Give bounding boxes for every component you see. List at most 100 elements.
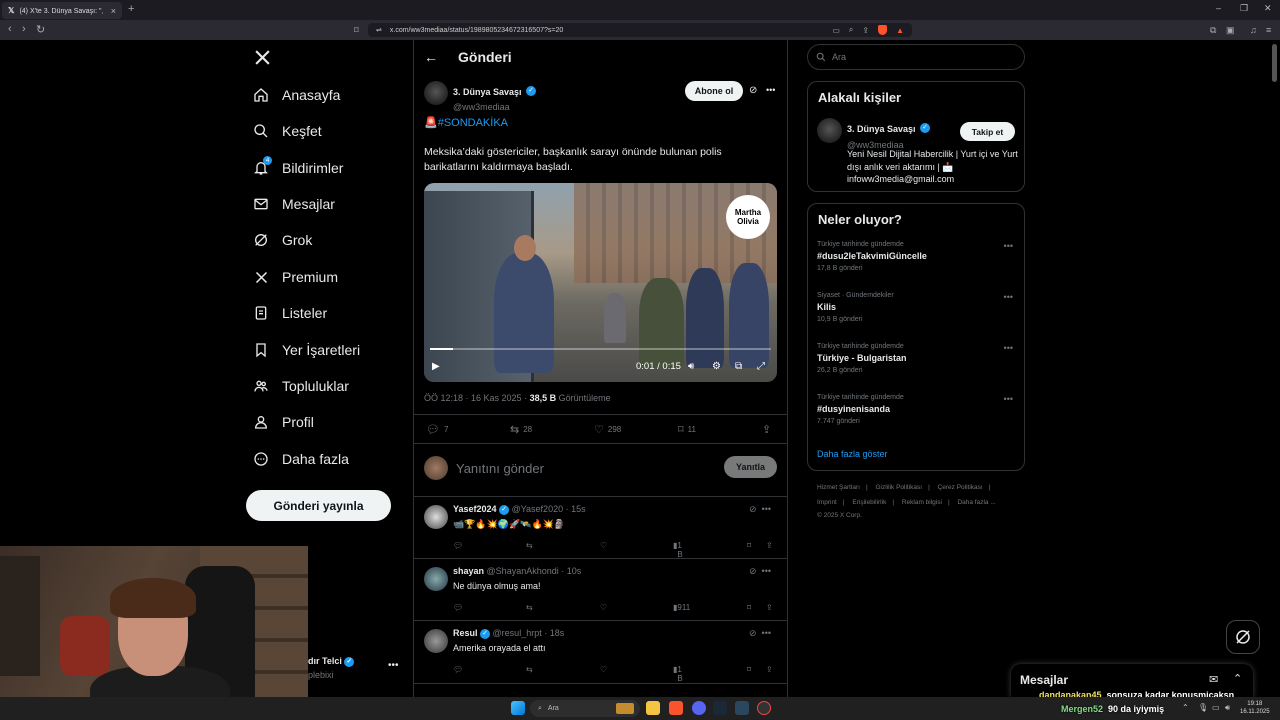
taskbar-search[interactable]: ⌕ Ara	[530, 700, 640, 717]
reply-action[interactable]: 💬︎ 7	[426, 423, 448, 436]
back-nav-icon[interactable]: ‹	[8, 23, 12, 35]
sidebar-item-lists[interactable]: Listeler	[252, 298, 327, 328]
sidebar-item-home[interactable]: Anasayfa	[252, 80, 340, 110]
footer-link[interactable]: Reklam bilgisi	[902, 499, 942, 506]
share-icon[interactable]: ⇪	[862, 26, 869, 35]
reply-author-name[interactable]: Resul	[453, 628, 478, 638]
reply-input[interactable]: Yanıtını gönder	[456, 461, 544, 476]
reply-author-name[interactable]: Yasef2024	[453, 504, 497, 514]
like-action[interactable]: ♡ 298	[594, 423, 621, 436]
grok-floating-button[interactable]	[1226, 620, 1260, 654]
trend-item[interactable]: Türkiye tarihinde gündemde Türkiye - Bul…	[817, 343, 1017, 374]
volume-icon[interactable]: 🔊︎	[688, 361, 694, 372]
speaker-icon[interactable]: 🔊︎	[1225, 703, 1230, 713]
settings-gear-icon[interactable]: ⚙	[712, 361, 721, 372]
reply-tweet[interactable]: Yasef2024 ✓ @Yasef2020 · 15s ⊘ ••• 📹🏆🔥💥🌍…	[413, 497, 788, 559]
post-button[interactable]: Gönderi yayınla	[246, 490, 391, 521]
footer-link[interactable]: Çerez Politikası	[938, 484, 983, 491]
bookmark-icon[interactable]: ⌑	[747, 603, 751, 612]
trend-more-icon[interactable]: •••	[1004, 343, 1013, 353]
video-progress-bar[interactable]	[430, 348, 771, 350]
retweet-icon[interactable]: ⇆	[526, 665, 533, 674]
reply-more-icon[interactable]: ⊘ •••	[749, 504, 771, 515]
taskbar-clock[interactable]: 19:18 16.11.2025	[1240, 700, 1270, 716]
close-window-icon[interactable]: ✕	[1264, 3, 1272, 14]
extensions-icon[interactable]: ⧉	[1210, 25, 1216, 36]
sidebar-item-explore[interactable]: Keşfet	[252, 116, 322, 146]
bookmark-icon[interactable]: ⌑	[747, 541, 751, 550]
search-input[interactable]: Ara	[807, 44, 1025, 70]
site-info-icon[interactable]: ⇌	[376, 26, 382, 34]
retweet-icon[interactable]: ⇆	[526, 541, 533, 550]
pip-icon[interactable]: ⧉	[735, 361, 742, 372]
tray-chevron-icon[interactable]: ⌃	[1182, 703, 1189, 712]
new-tab-icon[interactable]: +	[128, 3, 134, 15]
reply-icon[interactable]: 💬︎	[453, 541, 463, 550]
trend-more-icon[interactable]: •••	[1004, 394, 1013, 404]
bookmark-icon[interactable]: ⌑	[747, 665, 751, 674]
file-explorer-icon[interactable]	[646, 701, 660, 715]
sidebar-item-more[interactable]: Daha fazla	[252, 444, 349, 474]
heart-icon[interactable]: ♡	[600, 665, 607, 674]
trend-more-icon[interactable]: •••	[1004, 241, 1013, 251]
trend-more-icon[interactable]: •••	[1004, 292, 1013, 302]
sidebar-item-communities[interactable]: Topluluklar	[252, 371, 349, 401]
wallet-icon[interactable]: ▣	[1226, 25, 1235, 36]
reply-more-icon[interactable]: ⊘ •••	[749, 628, 771, 639]
new-message-icon[interactable]: ✉	[1209, 673, 1218, 686]
more-options-icon[interactable]: •••	[766, 85, 775, 95]
brave-browser-icon[interactable]	[669, 701, 683, 715]
network-icon[interactable]: ▭	[1212, 703, 1220, 712]
cast-icon[interactable]: ▭	[832, 26, 840, 35]
footer-link[interactable]: Imprint	[817, 499, 837, 506]
related-avatar[interactable]	[817, 118, 842, 143]
share-icon[interactable]: ⇪	[766, 541, 773, 550]
reply-author-name[interactable]: shayan	[453, 566, 484, 576]
heart-icon[interactable]: ♡	[600, 541, 607, 550]
author-block[interactable]: 3. Dünya Savaşı ✓ @ww3mediaa	[453, 82, 536, 112]
app-icon[interactable]	[735, 701, 749, 715]
reply-tweet[interactable]: shayan @ShayanAkhondi · 10s ⊘ ••• Ne dün…	[413, 559, 788, 621]
trend-item[interactable]: Türkiye tarihinde gündemde #dusu2leTakvi…	[817, 241, 1017, 272]
zoom-icon[interactable]: ⌕	[849, 25, 853, 35]
retweet-icon[interactable]: ⇆	[526, 603, 533, 612]
hashtag-link[interactable]: 🚨#SONDAKİKA	[424, 116, 508, 129]
reply-more-icon[interactable]: ⊘ •••	[749, 566, 771, 577]
retweet-action[interactable]: ⇆ 28	[510, 423, 532, 436]
forward-nav-icon[interactable]: ›	[22, 23, 26, 35]
brave-shield-icon[interactable]	[878, 25, 888, 35]
reply-tweet[interactable]: Resul ✓ @resul_hrpt · 18s ⊘ ••• Amerika …	[413, 621, 788, 683]
sidebar-item-profile[interactable]: Profil	[252, 407, 314, 437]
windows-start-icon[interactable]	[511, 701, 525, 715]
bookmark-action[interactable]: ⌑ 11	[678, 423, 696, 436]
browser-tab[interactable]: 𝕏 (4) X'te 3. Dünya Savaşı: "🚨#SO... ×	[2, 2, 122, 19]
trend-item[interactable]: Siyaset · Gündemdekiler Kilis 10,9 B gön…	[817, 292, 1017, 323]
footer-link[interactable]: Erişilebilirlik	[852, 499, 886, 506]
microphone-icon[interactable]: 🎙︎	[1198, 703, 1208, 712]
related-person[interactable]: 3. Dünya Savaşı ✓ @ww3mediaa	[847, 119, 930, 150]
footer-link[interactable]: Hizmet Şartları	[817, 484, 860, 491]
maximize-icon[interactable]: ❐	[1240, 3, 1248, 14]
rewards-icon[interactable]: ▲	[896, 26, 904, 35]
play-icon[interactable]: ▶	[432, 361, 440, 372]
reply-avatar[interactable]	[424, 567, 448, 591]
account-switcher[interactable]: dır Telci ✓ plebixi	[308, 656, 355, 680]
sidebar-item-grok[interactable]: Grok	[252, 225, 312, 255]
author-avatar[interactable]	[424, 81, 448, 105]
grok-explain-icon[interactable]: ⊘	[749, 85, 757, 96]
views-icon[interactable]: ▮ 911	[673, 603, 690, 612]
bookmark-page-icon[interactable]: ⌑	[354, 25, 359, 36]
media-icon[interactable]: ♫	[1250, 25, 1257, 35]
follow-button[interactable]: Takip et	[960, 122, 1015, 141]
back-arrow-icon[interactable]: ←	[424, 49, 438, 65]
sidebar-item-bookmarks[interactable]: Yer İşaretleri	[252, 335, 360, 365]
minimize-icon[interactable]: –	[1216, 3, 1221, 13]
reply-icon[interactable]: 💬︎	[453, 603, 463, 612]
reply-submit-button[interactable]: Yanıtla	[724, 456, 777, 478]
scrollbar[interactable]	[1272, 44, 1277, 82]
address-bar[interactable]: ⇌ x.com/ww3mediaa/status/198980523467231…	[368, 23, 912, 37]
account-more-icon[interactable]: •••	[388, 660, 399, 671]
reload-icon[interactable]: ↻	[36, 23, 45, 36]
share-action[interactable]: ⇪	[762, 423, 771, 436]
reply-avatar[interactable]	[424, 505, 448, 529]
